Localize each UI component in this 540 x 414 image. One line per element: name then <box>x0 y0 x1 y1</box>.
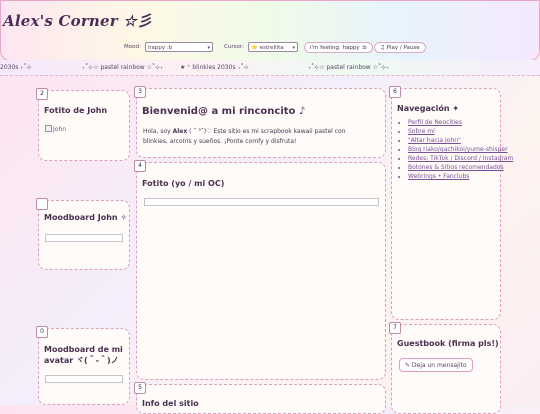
nav-item: "Altar hacia John" <box>408 137 516 144</box>
box-number: 7 <box>389 322 401 334</box>
welcome-box: 3 Bienvenid@ a mi rinconcito ♪ Hola, soy… <box>134 86 386 158</box>
site-header: Alex's Corner ☆彡 Mood: happy :b ▾ Cursor… <box>0 0 540 61</box>
avatar-moodboard-image <box>45 375 123 383</box>
oc-photo-image <box>144 198 379 206</box>
nav-item: Blog riako/gachikoi/yume-shisper <box>408 146 516 153</box>
fotito-john-box: 2 Fotito de John John <box>36 88 130 161</box>
cursor-label: Cursor: <box>224 44 244 50</box>
nav-item: Webrings • Fanclubs <box>408 173 516 180</box>
navigation-box: 6 Navegación ✦ Perfil de Neocities Sobre… <box>389 86 513 320</box>
chevron-down-icon: ▾ <box>207 45 210 51</box>
box-title: Moodboard de mi avatar ヾ(＾-＾)ノ <box>44 345 123 365</box>
nav-link-neocities-profile[interactable]: Perfil de Neocities <box>408 119 462 126</box>
nav-link-blog[interactable]: Blog riako/gachikoi/yume-shisper <box>408 146 508 153</box>
box-number: 4 <box>134 160 146 172</box>
site-info-box: 5 Info del sitio <box>134 382 386 414</box>
nav-item: Botones & Sitios recomendados <box>408 164 516 171</box>
box-number: 3 <box>134 86 146 98</box>
marquee-item: 2030s ₊˚⊹ <box>0 64 32 71</box>
box-number: 5 <box>134 382 146 394</box>
broken-image-icon <box>45 125 52 132</box>
box-title: Info del sitio <box>142 399 199 408</box>
nav-item: Perfil de Neocities <box>408 119 516 126</box>
box-number: 2 <box>36 88 48 100</box>
nav-link-altar-john[interactable]: "Altar hacia John" <box>408 137 461 144</box>
nav-list: Perfil de Neocities Sobre mí "Altar haci… <box>398 119 516 182</box>
nav-link-webrings[interactable]: Webrings • Fanclubs <box>408 173 469 180</box>
image-alt-text: John <box>53 126 67 133</box>
owner-name: Alex <box>172 128 188 135</box>
nav-item: Redes: TikTok / Discord / Instagram <box>408 155 516 162</box>
moodboard-image <box>45 234 123 242</box>
marquee-item: ₊˚⊹☆ pastel rainbow ☆˚⊹₊ <box>82 64 164 71</box>
nav-link-socials[interactable]: Redes: TikTok / Discord / Instagram <box>408 155 513 162</box>
welcome-intro: Hola, soy <box>143 128 173 135</box>
site-title: Alex's Corner ☆彡 <box>3 12 153 30</box>
nav-item: Sobre mí <box>408 128 516 135</box>
guestbook-sign-button[interactable]: ✎ Deja un mensajito <box>399 358 473 372</box>
box-title: Moodboard John ✧ <box>44 213 128 222</box>
marquee-item: ₊˚⊹☆ pastel rainbow ☆˚⊹₊ <box>308 64 390 71</box>
cursor-select[interactable]: ⭐ estrellita ▾ <box>248 42 298 52</box>
blinkies-marquee: 2030s ₊˚⊹ ₊˚⊹☆ pastel rainbow ☆˚⊹₊ ★ ⁺ b… <box>0 60 540 76</box>
mood-label: Mood: <box>124 44 141 50</box>
welcome-text: Hola, soy Alex ( ˘ ³˘)♡ Este sitio es mi… <box>143 127 363 147</box>
box-number <box>36 198 48 210</box>
box-number: 6 <box>389 86 401 98</box>
nav-link-buttons[interactable]: Botones & Sitios recomendados <box>408 164 504 171</box>
box-number: 0 <box>36 326 48 338</box>
box-title: Guestbook (firma pls!) <box>397 339 499 348</box>
mood-select-value: happy :b <box>148 45 173 51</box>
mood-select[interactable]: happy :b ▾ <box>145 42 213 52</box>
welcome-title: Bienvenid@ a mi rinconcito ♪ <box>142 106 306 117</box>
feeling-pill: i'm feeling: happy :b <box>304 42 373 53</box>
box-title: Fotito (yo / mi OC) <box>142 179 225 188</box>
john-photo: John <box>45 125 66 133</box>
photo-oc-box: 4 Fotito (yo / mi OC) <box>134 160 386 380</box>
nav-link-about[interactable]: Sobre mí <box>408 128 435 135</box>
cursor-select-value: ⭐ estrellita <box>251 45 284 51</box>
play-pause-button[interactable]: ♫ Play / Pause <box>374 42 426 53</box>
box-title: Fotito de John <box>44 106 108 115</box>
moodboard-avatar-box: 0 Moodboard de mi avatar ヾ(＾-＾)ノ <box>36 326 130 405</box>
guestbook-box: 7 Guestbook (firma pls!) ✎ Deja un mensa… <box>389 322 501 414</box>
marquee-item: ★ ⁺ blinkies 2030s ₊˚⊹ <box>180 64 249 71</box>
chevron-down-icon: ▾ <box>292 45 295 51</box>
moodboard-john-box: Moodboard John ✧ <box>36 198 130 270</box>
box-title: Navegación ✦ <box>397 104 460 113</box>
